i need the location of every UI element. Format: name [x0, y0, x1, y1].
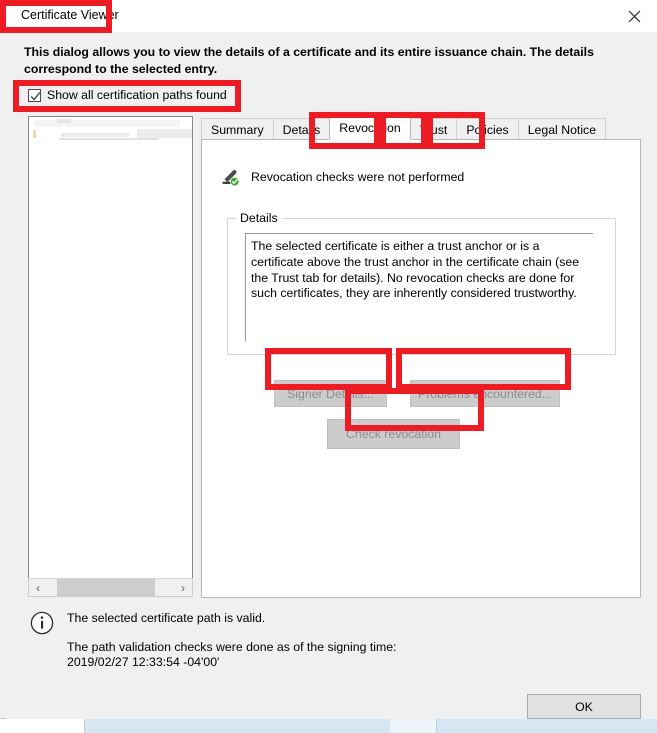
title-bar: Certificate Viewer: [6, 0, 657, 32]
dialog-description: This dialog allows you to view the detai…: [24, 45, 594, 76]
signer-details-button[interactable]: Signer Details...: [274, 380, 387, 407]
scrollbar-thumb[interactable]: [57, 579, 155, 596]
scrollbar-track[interactable]: [47, 579, 174, 596]
validation-time-label: The path validation checks were done as …: [67, 640, 397, 654]
tab-legal-notice[interactable]: Legal Notice: [517, 118, 607, 140]
background-segment-divider: [436, 719, 437, 733]
tab-policies[interactable]: Policies: [456, 118, 519, 140]
tab-strip: Summary Details Revocation Trust Policie…: [201, 116, 607, 140]
certificate-tab-control: Summary Details Revocation Trust Policie…: [201, 116, 641, 598]
tree-item-redacted-row-3: [59, 138, 159, 140]
tree-item-redacted-row-4: [137, 129, 192, 138]
revocation-tab-panel: Revocation checks were not performed Det…: [201, 139, 641, 598]
show-all-certification-paths-checkbox[interactable]: Show all certification paths found: [28, 88, 227, 102]
close-icon[interactable]: [611, 0, 657, 32]
scroll-right-arrow-icon[interactable]: ›: [174, 579, 192, 596]
details-groupbox: Details The selected certificate is eith…: [227, 211, 616, 355]
checkbox-label: Show all certification paths found: [47, 88, 227, 102]
check-revocation-button[interactable]: Check revocation: [327, 419, 460, 449]
info-icon: [30, 611, 54, 635]
tab-revocation[interactable]: Revocation: [329, 116, 411, 140]
tab-details[interactable]: Details: [272, 118, 331, 140]
details-groupbox-legend: Details: [236, 211, 282, 225]
tab-summary[interactable]: Summary: [201, 118, 274, 140]
problems-encountered-button[interactable]: Problems encountered...: [410, 380, 560, 407]
certificate-tree-horizontal-scrollbar[interactable]: ‹ ›: [28, 578, 193, 597]
background-window-bottom-edge: [0, 718, 657, 733]
path-validity-status: The selected certificate path is valid.: [67, 611, 266, 625]
ok-button[interactable]: OK: [527, 694, 641, 719]
details-text-readonly: The selected certificate is either a tru…: [245, 233, 593, 341]
tree-item-redacted-mark-1: [57, 119, 71, 123]
background-segment-light: [390, 719, 436, 733]
tree-item-redacted-mark-2: [33, 130, 36, 138]
background-segment-white: [0, 719, 85, 733]
tab-trust[interactable]: Trust: [409, 118, 458, 140]
checkbox-box: [28, 88, 41, 102]
scroll-left-arrow-icon[interactable]: ‹: [29, 579, 47, 596]
certificate-viewer-dialog: Certificate Viewer This dialog allows yo…: [6, 0, 657, 719]
certificate-path-tree[interactable]: [28, 116, 193, 582]
validation-timestamp: 2019/02/27 12:33:54 -04'00': [67, 655, 220, 669]
tree-item-redacted-row-2: [61, 133, 129, 137]
window-title: Certificate Viewer: [21, 8, 119, 22]
revocation-status-text: Revocation checks were not performed: [251, 170, 465, 184]
stamp-check-icon: [220, 167, 240, 187]
revocation-status-row: Revocation checks were not performed: [220, 167, 464, 187]
